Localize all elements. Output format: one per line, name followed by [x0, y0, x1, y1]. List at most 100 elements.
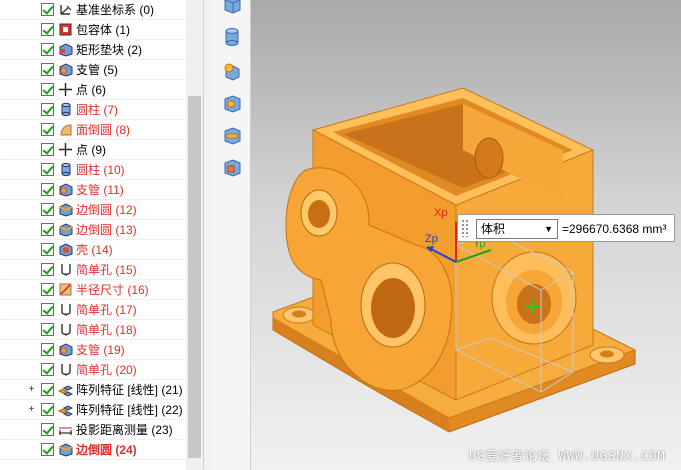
- visibility-checkbox[interactable]: [41, 443, 54, 456]
- pocket-tool-icon[interactable]: [221, 156, 243, 178]
- tree-node[interactable]: 基准坐标系 (0): [0, 0, 186, 20]
- tree-node[interactable]: 点 (6): [0, 80, 186, 100]
- tree-node[interactable]: 矩形垫块 (2): [0, 40, 186, 60]
- tree-node[interactable]: 支管 (19): [0, 340, 186, 360]
- expand-icon[interactable]: [27, 185, 36, 194]
- tree-scrollbar-thumb[interactable]: [188, 96, 201, 458]
- visibility-checkbox[interactable]: [41, 43, 54, 56]
- graphics-window[interactable]: Xp Zp Yp 体积 ▼ =296670.6368 mm³ UG爱好者论坛 W…: [251, 0, 681, 470]
- tree-node[interactable]: 半径尺寸 (16): [0, 280, 186, 300]
- expand-icon[interactable]: [27, 305, 36, 314]
- measure-type-select[interactable]: 体积 ▼: [476, 219, 558, 239]
- expand-icon[interactable]: [27, 45, 36, 54]
- visibility-checkbox[interactable]: [41, 183, 54, 196]
- tree-node[interactable]: 圆柱 (10): [0, 160, 186, 180]
- expand-icon[interactable]: [27, 225, 36, 234]
- block-icon[interactable]: [221, 0, 243, 16]
- tree-node-label: 支管 (11): [76, 183, 124, 197]
- measure-value: =296670.6368 mm³: [562, 222, 667, 236]
- tree-node[interactable]: 简单孔 (18): [0, 320, 186, 340]
- visibility-checkbox[interactable]: [41, 143, 54, 156]
- tree-node-label: 面倒圆 (8): [76, 123, 131, 137]
- visibility-checkbox[interactable]: [41, 223, 54, 236]
- cylinder-icon: [61, 102, 71, 117]
- tree-node[interactable]: 支管 (11): [0, 180, 186, 200]
- tree-node[interactable]: 面倒圆 (8): [0, 120, 186, 140]
- point-icon: [59, 83, 72, 96]
- visibility-checkbox[interactable]: [41, 303, 54, 316]
- expand-icon[interactable]: +: [27, 385, 36, 395]
- expand-icon[interactable]: [27, 145, 36, 154]
- expand-icon[interactable]: [27, 325, 36, 334]
- expand-icon[interactable]: [27, 345, 36, 354]
- chevron-down-icon: ▼: [544, 224, 553, 234]
- tree-node-label: 点 (6): [76, 83, 107, 97]
- boss-tool-icon[interactable]: [221, 92, 243, 114]
- tree-node-label: 阵列特征 [线性] (22): [76, 403, 183, 417]
- expand-icon[interactable]: [27, 245, 36, 254]
- tree-node[interactable]: 圆柱 (7): [0, 100, 186, 120]
- hole-icon: [61, 324, 71, 336]
- tree-node[interactable]: 简单孔 (15): [0, 260, 186, 280]
- visibility-checkbox[interactable]: [41, 283, 54, 296]
- visibility-checkbox[interactable]: [41, 103, 54, 116]
- visibility-checkbox[interactable]: [41, 3, 54, 16]
- tree-node[interactable]: 支管 (5): [0, 60, 186, 80]
- expand-icon[interactable]: [27, 65, 36, 74]
- expand-icon[interactable]: [27, 445, 36, 454]
- tree-node-label: 包容体 (1): [76, 23, 131, 37]
- tree-node[interactable]: + 阵列特征 [线性] (21): [0, 380, 186, 400]
- tree-node[interactable]: 点 (9): [0, 140, 186, 160]
- tree-node[interactable]: 简单孔 (17): [0, 300, 186, 320]
- expand-icon[interactable]: [27, 105, 36, 114]
- tree-node-label: 投影距离测量 (23): [76, 423, 173, 437]
- tree-node[interactable]: 简单孔 (20): [0, 360, 186, 380]
- visibility-checkbox[interactable]: [41, 263, 54, 276]
- axis-label-z: Zp: [425, 233, 438, 245]
- visibility-checkbox[interactable]: [41, 343, 54, 356]
- visibility-checkbox[interactable]: [41, 363, 54, 376]
- visibility-checkbox[interactable]: [41, 403, 54, 416]
- expand-icon[interactable]: [27, 365, 36, 374]
- tree-node-label: 边倒圆 (13): [76, 223, 137, 237]
- tree-node-label: 简单孔 (20): [76, 363, 137, 377]
- measure-type-value: 体积: [481, 222, 506, 236]
- tree-node[interactable]: 边倒圆 (12): [0, 200, 186, 220]
- expand-icon[interactable]: [27, 205, 36, 214]
- shell-icon: [59, 243, 73, 257]
- expand-icon[interactable]: +: [27, 405, 36, 415]
- expand-icon[interactable]: [27, 165, 36, 174]
- expand-icon[interactable]: [27, 285, 36, 294]
- pad-tool-icon[interactable]: [221, 124, 243, 146]
- visibility-checkbox[interactable]: [41, 63, 54, 76]
- drag-grip-icon[interactable]: [461, 219, 469, 237]
- expand-icon[interactable]: [27, 85, 36, 94]
- tree-node[interactable]: 边倒圆 (13): [0, 220, 186, 240]
- panel-splitter[interactable]: [203, 0, 213, 470]
- expand-icon[interactable]: [27, 5, 36, 14]
- tree-node[interactable]: 投影距离测量 (23): [0, 420, 186, 440]
- tree-node[interactable]: + 阵列特征 [线性] (22): [0, 400, 186, 420]
- expand-icon[interactable]: [27, 25, 36, 34]
- visibility-checkbox[interactable]: [41, 83, 54, 96]
- visibility-checkbox[interactable]: [41, 243, 54, 256]
- visibility-checkbox[interactable]: [41, 23, 54, 36]
- tree-node[interactable]: 边倒圆 (24): [0, 440, 186, 460]
- visibility-checkbox[interactable]: [41, 203, 54, 216]
- watermark: UG爱好者论坛 WWW.UGSNX.COM: [469, 449, 666, 463]
- tree-node[interactable]: 包容体 (1): [0, 20, 186, 40]
- visibility-checkbox[interactable]: [41, 383, 54, 396]
- tree-node[interactable]: 壳 (14): [0, 240, 186, 260]
- tree-node-label: 边倒圆 (12): [76, 203, 137, 217]
- sphere-block-icon[interactable]: [221, 60, 243, 82]
- expand-icon[interactable]: [27, 265, 36, 274]
- expand-icon[interactable]: [27, 125, 36, 134]
- visibility-checkbox[interactable]: [41, 323, 54, 336]
- expand-icon[interactable]: [27, 425, 36, 434]
- tree-node-label: 简单孔 (15): [76, 263, 137, 277]
- visibility-checkbox[interactable]: [41, 163, 54, 176]
- cylinder-tool-icon[interactable]: [221, 26, 243, 48]
- part-navigator: 基准坐标系 (0) 包容体 (1) 矩形垫块 (2) 支管 (5) 点 (6) 圆柱 (7…: [0, 0, 203, 470]
- visibility-checkbox[interactable]: [41, 423, 54, 436]
- visibility-checkbox[interactable]: [41, 123, 54, 136]
